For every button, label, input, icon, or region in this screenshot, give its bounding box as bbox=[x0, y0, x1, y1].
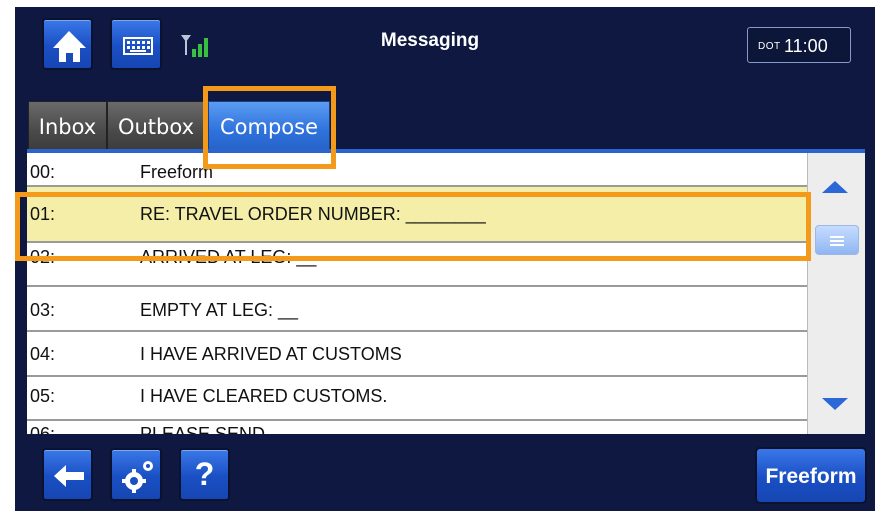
back-button[interactable] bbox=[42, 448, 93, 501]
tab-inbox[interactable]: Inbox bbox=[28, 101, 107, 151]
item-number: 00: bbox=[30, 162, 56, 182]
settings-button[interactable] bbox=[110, 448, 162, 501]
home-icon bbox=[53, 31, 86, 62]
freeform-button[interactable]: Freeform bbox=[755, 447, 867, 504]
help-icon: ? bbox=[194, 456, 215, 492]
scroll-down-arrow-icon[interactable] bbox=[820, 393, 850, 413]
scroll-up-arrow-icon[interactable] bbox=[820, 178, 850, 198]
item-text: EMPTY AT LEG: __ bbox=[140, 300, 299, 320]
compose-tab-highlight bbox=[203, 86, 336, 169]
item-number: 04: bbox=[30, 344, 56, 364]
settings-gears-icon bbox=[122, 461, 153, 493]
clock-time: 11:00 bbox=[784, 36, 828, 56]
item-text: PLEASE SEND bbox=[140, 424, 266, 434]
item-text: I HAVE CLEARED CUSTOMS. bbox=[140, 386, 388, 406]
item-text: I HAVE ARRIVED AT CUSTOMS bbox=[140, 344, 402, 364]
home-button[interactable] bbox=[42, 18, 93, 70]
back-arrow-icon bbox=[54, 465, 84, 487]
list-item[interactable]: 06: PLEASE SEND bbox=[27, 421, 807, 434]
item-number: 06: bbox=[30, 424, 56, 434]
keyboard-button[interactable] bbox=[110, 18, 162, 70]
tab-outbox[interactable]: Outbox bbox=[107, 101, 205, 151]
item-number: 05: bbox=[30, 386, 56, 406]
list-item[interactable]: 05: I HAVE CLEARED CUSTOMS. bbox=[27, 377, 807, 421]
list-item[interactable]: 04: I HAVE ARRIVED AT CUSTOMS bbox=[27, 332, 807, 377]
selected-row-highlight bbox=[15, 192, 811, 261]
signal-icon bbox=[181, 35, 208, 57]
grip-lines-icon bbox=[830, 236, 844, 246]
help-button[interactable]: ? bbox=[179, 448, 230, 501]
page-title: Messaging bbox=[380, 30, 480, 51]
scrollbar-thumb[interactable] bbox=[815, 225, 859, 255]
list-item[interactable]: 03: EMPTY AT LEG: __ bbox=[27, 287, 807, 332]
list-scrollbar[interactable] bbox=[807, 153, 865, 434]
clock-dot-label: DOT bbox=[758, 41, 781, 52]
item-number: 03: bbox=[30, 300, 56, 320]
clock-display: DOT 11:00 bbox=[747, 27, 851, 63]
keyboard-icon bbox=[123, 37, 153, 55]
list-item[interactable]: 00: Freeform bbox=[27, 153, 807, 187]
